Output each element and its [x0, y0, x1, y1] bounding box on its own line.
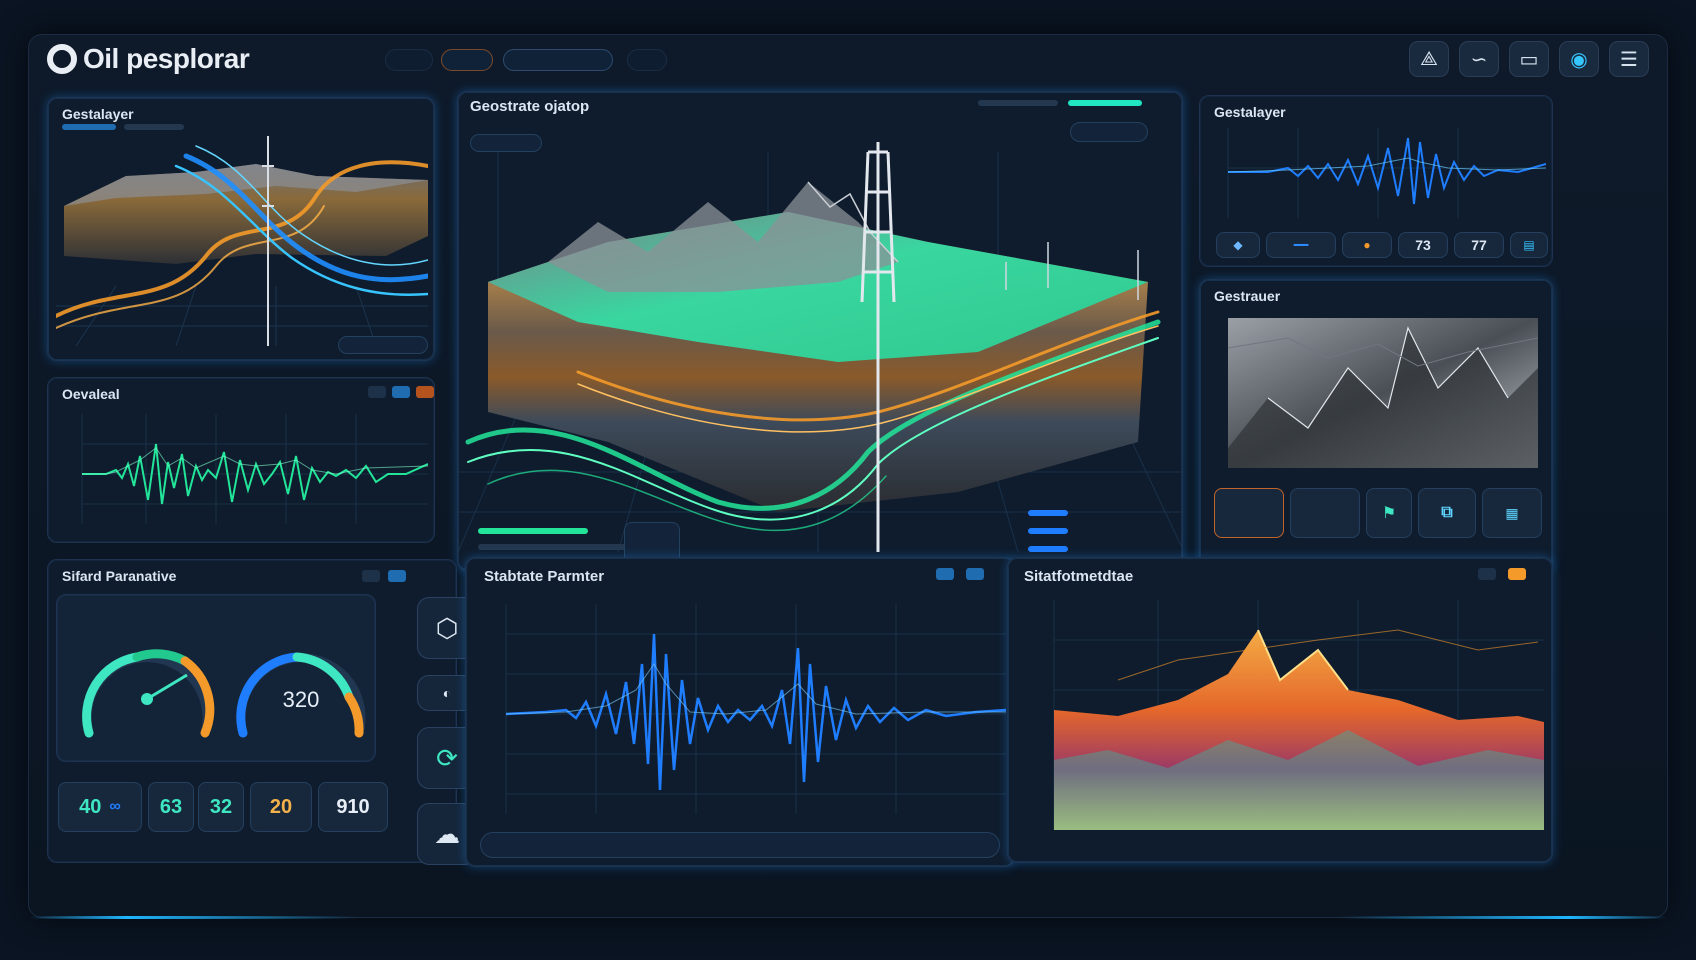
- status-bar: [62, 124, 116, 130]
- panel-btn[interactable]: [388, 570, 406, 582]
- top-tab-3[interactable]: [627, 49, 667, 71]
- status-bar: [978, 100, 1058, 106]
- panel-params-center: Stabtate Parmter: [465, 557, 1015, 867]
- progress-bar: [1028, 510, 1068, 516]
- waveform-blue-main[interactable]: [476, 594, 1006, 824]
- stack-icon[interactable]: ☰: [1609, 41, 1649, 77]
- panel-title: Sifard Paranative: [62, 568, 177, 584]
- timeline-bar[interactable]: [480, 832, 1000, 858]
- stat-value: 63: [159, 795, 183, 818]
- stat-tile[interactable]: 32: [198, 782, 244, 832]
- chip[interactable]: ◆: [1216, 232, 1260, 258]
- panel-wave-left: Oevaleal: [47, 377, 435, 543]
- panel-btn[interactable]: [1508, 568, 1526, 580]
- frame-glow: [29, 916, 1667, 919]
- panel-title: Sitatfotmetdtae: [1024, 568, 1134, 585]
- panel-top-right: Gestalayer ◆ ━━ ● 73 77 ▤: [1199, 95, 1553, 267]
- stat-tile[interactable]: 20: [250, 782, 312, 832]
- gauge-card: 320: [56, 594, 376, 762]
- map-legend[interactable]: [1290, 488, 1360, 538]
- top-tab-2[interactable]: [441, 49, 493, 71]
- reservoir-3d-view[interactable]: [56, 136, 428, 346]
- panel-mid-right: Gestrauer ⚑ ⧉ ▦: [1199, 279, 1553, 571]
- top-icon-bar: ⟁ ∽ ▭ ◉ ☰: [1409, 41, 1649, 77]
- panel-top-left: Gestalayer: [47, 97, 435, 361]
- logo-icon: [47, 44, 77, 74]
- panel-btn[interactable]: [936, 568, 954, 580]
- navigate-icon[interactable]: ⟁: [1409, 41, 1449, 77]
- stat-value: 40: [79, 795, 102, 818]
- gauges[interactable]: 320: [57, 595, 376, 762]
- chart-icon[interactable]: ▦: [1482, 488, 1542, 538]
- terrain-map[interactable]: [1208, 308, 1546, 480]
- status-bar: [478, 544, 628, 550]
- layers-icon[interactable]: ⧉: [1418, 488, 1476, 538]
- stat-value: 32: [209, 795, 233, 818]
- panel-btn[interactable]: [392, 386, 410, 398]
- chip[interactable]: ▤: [1510, 232, 1548, 258]
- panel-btn[interactable]: [416, 386, 434, 398]
- view-controls[interactable]: [338, 336, 428, 354]
- gauge-value: 320: [283, 687, 320, 712]
- chip-value[interactable]: 77: [1454, 232, 1504, 258]
- waveform-green[interactable]: [56, 404, 428, 540]
- panel-btn[interactable]: [368, 386, 386, 398]
- heat-terrain[interactable]: [1018, 590, 1544, 844]
- panel-title: Stabtate Parmter: [484, 568, 605, 585]
- progress-bar: [1028, 528, 1068, 534]
- stat-tile[interactable]: 910: [318, 782, 388, 832]
- app-logo[interactable]: Oil pesplorar: [47, 43, 250, 75]
- map-legend[interactable]: [1214, 488, 1284, 538]
- stat-value: 20: [269, 795, 293, 818]
- geostrata-3d-view[interactable]: [458, 112, 1183, 571]
- top-bar: Oil pesplorar ⟁ ∽ ▭ ◉ ☰: [29, 35, 1667, 91]
- progress-bar: [478, 528, 588, 534]
- panel-title: Gestalayer: [62, 106, 134, 122]
- link-icon: ∞: [109, 798, 121, 815]
- pin-icon[interactable]: ⚑: [1366, 488, 1412, 538]
- panel-params-left: Sifard Paranative 320 40 ∞ 63 32 20 910: [47, 559, 457, 863]
- chip[interactable]: ●: [1342, 232, 1392, 258]
- power-icon[interactable]: ◉: [1559, 41, 1599, 77]
- progress-bar: [1028, 546, 1068, 552]
- top-search-field[interactable]: [503, 49, 613, 71]
- display-icon[interactable]: ▭: [1509, 41, 1549, 77]
- progress-bar: [1068, 100, 1142, 106]
- stat-tile[interactable]: 40 ∞: [58, 782, 142, 832]
- panel-btn[interactable]: [362, 570, 380, 582]
- status-bar: [124, 124, 184, 130]
- chip[interactable]: ━━: [1266, 232, 1336, 258]
- chip-value[interactable]: 73: [1398, 232, 1448, 258]
- panel-heat: Sitatfotmetdtae: [1007, 557, 1553, 863]
- panel-btn[interactable]: [1478, 568, 1496, 580]
- panel-title: Oevaleal: [62, 386, 120, 402]
- panel-title: Gestrauer: [1214, 288, 1281, 304]
- dashboard-window: Oil pesplorar ⟁ ∽ ▭ ◉ ☰ Gestalayer Oeval…: [28, 34, 1668, 919]
- panel-center-3d: Geostrate ojatop: [457, 91, 1183, 571]
- top-tab-1[interactable]: [385, 49, 433, 71]
- stat-tile[interactable]: 63: [148, 782, 194, 832]
- waveform-blue-top[interactable]: [1208, 118, 1546, 224]
- link-icon[interactable]: ∽: [1459, 41, 1499, 77]
- stat-value: 910: [336, 795, 370, 818]
- app-title: Oil pesplorar: [83, 43, 250, 74]
- panel-btn[interactable]: [966, 568, 984, 580]
